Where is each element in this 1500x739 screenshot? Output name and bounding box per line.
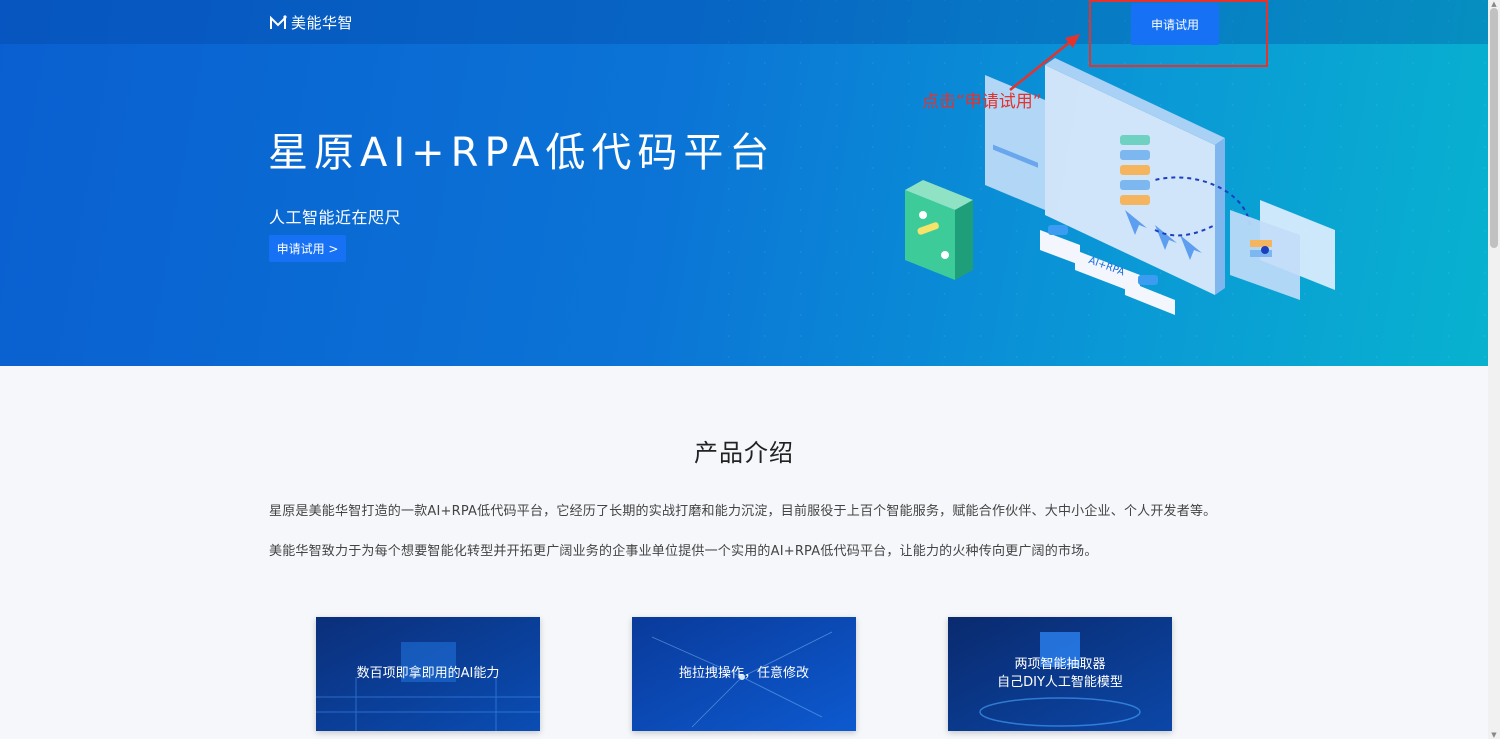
card-label: 两项智能抽取器 自己DIY人工智能模型 <box>997 657 1123 690</box>
intro-paragraph: 美能华智致力于为每个想要智能化转型并开拓更广阔业务的企事业单位提供一个实用的AI… <box>269 544 1098 559</box>
scrollbar-thumb[interactable] <box>1490 8 1498 248</box>
section-title: 产品介绍 <box>694 439 794 467</box>
hero-title: 星原AI+RPA低代码平台 <box>268 130 776 176</box>
brand-logo-icon <box>270 14 287 29</box>
annotation-text: 点击“申请试用” <box>922 92 1042 112</box>
page: 美能华智 申请试用 星原AI+RPA低代码平台 人工智能近在咫尺 申请试用 > <box>0 0 1500 739</box>
feature-card-extractors[interactable]: 两项智能抽取器 自己DIY人工智能模型 <box>948 617 1172 731</box>
feature-card-ai-abilities[interactable]: 数百项即拿即用的AI能力 <box>316 617 540 731</box>
hero-banner: 美能华智 申请试用 星原AI+RPA低代码平台 人工智能近在咫尺 申请试用 > <box>0 0 1488 366</box>
brand-name: 美能华智 <box>291 14 354 32</box>
intro-paragraph: 星原是美能华智打造的一款AI+RPA低代码平台，它经历了长期的实战打磨和能力沉淀… <box>269 504 1217 519</box>
card-label: 拖拉拽操作，任意修改 <box>678 666 809 681</box>
brand-logo[interactable]: 美能华智 <box>269 12 353 33</box>
hero-apply-trial-button[interactable]: 申请试用 > <box>269 235 346 262</box>
scroll-up-arrow-icon[interactable]: ▲ <box>1490 1 1498 8</box>
feature-card-drag-drop[interactable]: 拖拉拽操作，任意修改 <box>632 617 856 731</box>
card-label: 数百项即拿即用的AI能力 <box>356 666 500 681</box>
page-scrollbar[interactable]: ▲ ▼ <box>1488 0 1500 739</box>
annotation-highlight-box <box>1089 0 1268 67</box>
scroll-down-arrow-icon[interactable]: ▼ <box>1490 732 1498 739</box>
hero-subtitle: 人工智能近在咫尺 <box>269 208 402 227</box>
